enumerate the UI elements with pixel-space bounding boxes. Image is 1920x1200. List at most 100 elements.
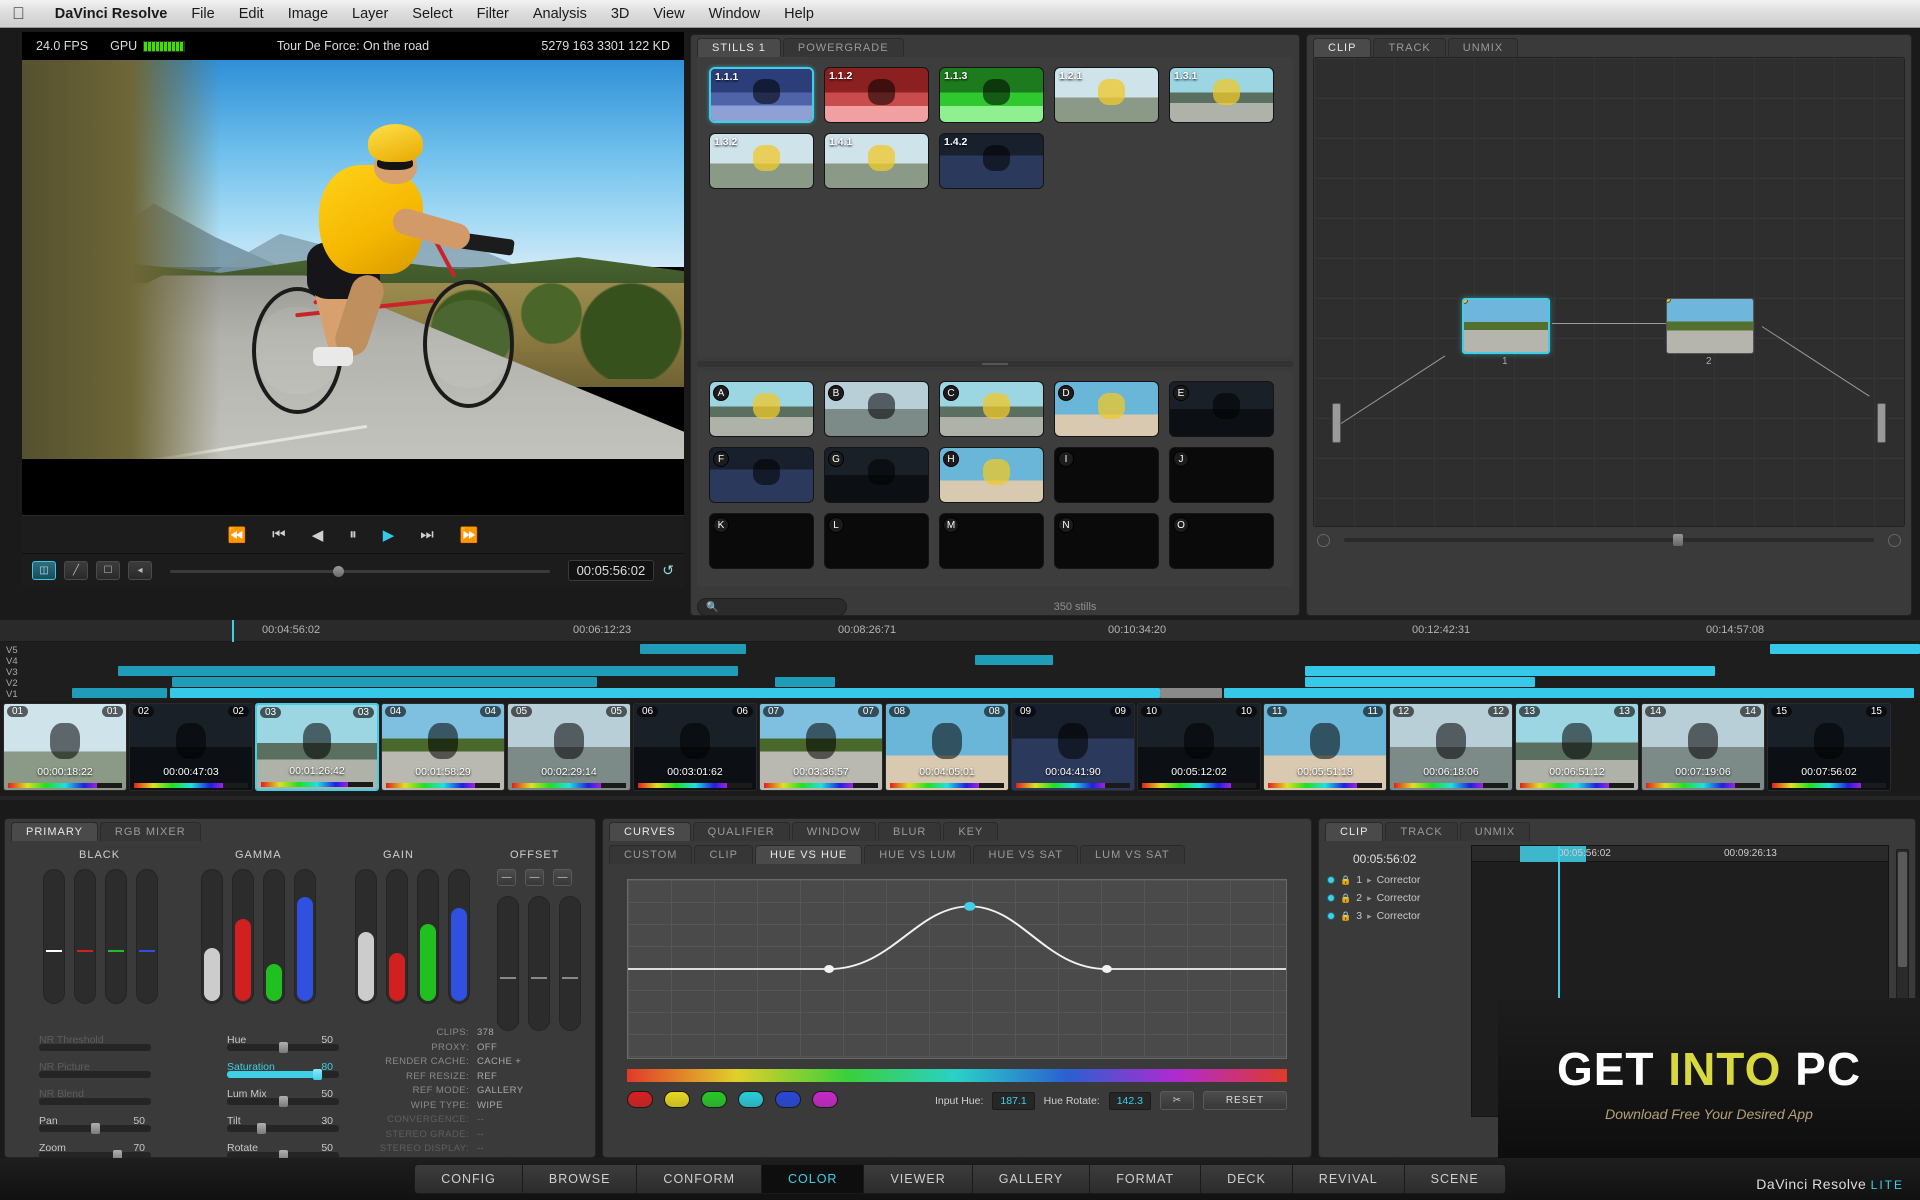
gallery-still[interactable]: H	[939, 447, 1044, 503]
color-slider-blue[interactable]: 0.50	[448, 869, 470, 1004]
timeline-bar-v1-a[interactable]	[72, 688, 167, 698]
tab-clip-panel[interactable]: CLIP	[1325, 822, 1384, 841]
gallery-still[interactable]: M	[939, 513, 1044, 569]
timeline-clip[interactable]: 14 14 00:07:19:06	[1641, 703, 1765, 791]
step-back-icon[interactable]: ◀	[312, 526, 324, 544]
color-slider-blue[interactable]: 1.00	[294, 869, 316, 1004]
tab-node-unmix[interactable]: UNMIX	[1447, 38, 1519, 57]
chevron-right-icon[interactable]: ▸	[1367, 893, 1372, 904]
param-knob[interactable]	[279, 1042, 288, 1053]
gallery-still[interactable]: E	[1169, 381, 1274, 437]
play-icon[interactable]: ▶	[383, 526, 395, 544]
gallery-still[interactable]: 1.1.1	[709, 67, 814, 123]
color-slider-red[interactable]: 25.00	[497, 896, 519, 1031]
cursor-icon[interactable]: ╱	[64, 561, 88, 580]
loop-icon[interactable]: ↺	[662, 562, 674, 579]
color-slider-master[interactable]: 1.00	[355, 869, 377, 1004]
tab-blur[interactable]: BLUR	[878, 822, 942, 841]
node-graph[interactable]: 1 2	[1313, 57, 1905, 527]
param-row-nr-threshold[interactable]: NR Threshold	[39, 1027, 189, 1053]
hue-curve-graph[interactable]	[627, 879, 1287, 1059]
chevron-right-icon[interactable]: ▸	[1367, 911, 1372, 922]
hue-swatch-0[interactable]	[627, 1091, 653, 1108]
timeline-bar-v2-c[interactable]	[1305, 677, 1535, 687]
apple-icon[interactable]: 	[12, 5, 25, 22]
param-row-nr-blend[interactable]: NR Blend	[39, 1081, 189, 1107]
tab-curves[interactable]: CURVES	[609, 822, 691, 841]
tab-clip-curve[interactable]: CLIP	[694, 845, 753, 864]
gallery-still[interactable]: C	[939, 381, 1044, 437]
color-slider-master[interactable]: 0.50	[201, 869, 223, 1004]
tab-node-clip[interactable]: CLIP	[1313, 38, 1372, 57]
search-input[interactable]	[723, 601, 838, 613]
tab-unmix-panel[interactable]: UNMIX	[1459, 822, 1531, 841]
param-row-tilt[interactable]: Tilt 30	[227, 1108, 377, 1134]
hue-swatch-5[interactable]	[812, 1091, 838, 1108]
tab-key[interactable]: KEY	[943, 822, 999, 841]
color-slider-blue[interactable]: 25.00	[559, 896, 581, 1031]
hue-swatch-4[interactable]	[775, 1091, 801, 1108]
hue-swatch-1[interactable]	[664, 1091, 690, 1108]
param-knob[interactable]	[91, 1123, 100, 1134]
tab-track-panel[interactable]: TRACK	[1385, 822, 1458, 841]
timeline-clip[interactable]: 12 12 00:06:18:06	[1389, 703, 1513, 791]
timeline-clip[interactable]: 11 11 00:05:51:18	[1263, 703, 1387, 791]
menu-item-analysis[interactable]: Analysis	[521, 4, 599, 24]
corrector-row[interactable]: 🔒 1 ▸ Corrector	[1323, 871, 1465, 889]
timeline-bar-v1-d[interactable]	[1224, 688, 1914, 698]
color-slider-green[interactable]: 0.00	[105, 869, 127, 1004]
nav-button-color[interactable]: COLOR	[762, 1164, 865, 1194]
timeline-bar-v3-b[interactable]	[1305, 666, 1715, 676]
corrector-row[interactable]: 🔒 2 ▸ Corrector	[1323, 889, 1465, 907]
menu-item-help[interactable]: Help	[772, 4, 826, 24]
node-output-bar[interactable]	[1877, 403, 1886, 443]
timeline-clip[interactable]: 07 07 00:03:36:57	[759, 703, 883, 791]
color-slider-red[interactable]: 0.00	[74, 869, 96, 1004]
timeline-clip[interactable]: 08 08 00:04:05:01	[885, 703, 1009, 791]
param-track[interactable]	[39, 1071, 151, 1078]
menu-item-davinci-resolve[interactable]: DaVinci Resolve	[43, 4, 180, 24]
nav-button-viewer[interactable]: VIEWER	[864, 1164, 973, 1194]
color-slider-master[interactable]: 0.00	[43, 869, 65, 1004]
color-slider-green[interactable]: 25.00	[528, 896, 550, 1031]
timeline-ruler[interactable]: 00:04:56:02 00:06:12:23 00:08:26:71 00:1…	[0, 620, 1920, 642]
input-hue-value[interactable]: 187.1	[992, 1091, 1035, 1110]
timeline-clip[interactable]: 04 04 00:01:58:29	[381, 703, 505, 791]
timeline-clip[interactable]: 15 15 00:07:56:02	[1767, 703, 1891, 791]
step-forward-icon[interactable]: ⏭	[420, 526, 434, 543]
eyedropper-icon[interactable]: ✂	[1160, 1091, 1194, 1110]
timeline-bar-v4-a[interactable]	[975, 655, 1053, 665]
timeline-bar-v1-c[interactable]	[1160, 688, 1222, 698]
timeline-clip[interactable]: 01 01 00:00:18:22	[3, 703, 127, 791]
menu-item-image[interactable]: Image	[276, 4, 340, 24]
gallery-still[interactable]: A	[709, 381, 814, 437]
menu-item-3d[interactable]: 3D	[599, 4, 642, 24]
scrubber-knob[interactable]	[333, 565, 345, 577]
param-knob[interactable]	[312, 1069, 322, 1080]
gallery-still[interactable]: D	[1054, 381, 1159, 437]
enable-toggle-icon[interactable]	[1327, 894, 1335, 902]
zoom-out-icon[interactable]	[1317, 533, 1330, 547]
offset-reset-green-button[interactable]: —	[525, 869, 544, 886]
tab-qualifier[interactable]: QUALIFIER	[692, 822, 790, 841]
param-track[interactable]	[39, 1044, 151, 1051]
timeline-bar-v3-a[interactable]	[118, 666, 738, 676]
color-slider-blue[interactable]: 0.00	[136, 869, 158, 1004]
lock-icon[interactable]: 🔒	[1340, 875, 1351, 886]
timeline-bar-v2-a[interactable]	[172, 677, 597, 687]
node-input-bar[interactable]	[1332, 403, 1341, 443]
gallery-still[interactable]: 1.2.1	[1054, 67, 1159, 123]
offset-reset-red-button[interactable]: —	[497, 869, 516, 886]
nav-button-config[interactable]: CONFIG	[414, 1164, 523, 1194]
gallery-still[interactable]: B	[824, 381, 929, 437]
zoom-in-icon[interactable]	[1888, 533, 1901, 547]
gallery-still[interactable]: 1.1.3	[939, 67, 1044, 123]
gallery-still[interactable]: 1.3.2	[709, 133, 814, 189]
param-row-lum-mix[interactable]: Lum Mix 50	[227, 1081, 377, 1107]
timeline-bar-v5-b[interactable]	[1770, 644, 1920, 654]
color-slider-green[interactable]: 0.75	[417, 869, 439, 1004]
rewind-icon[interactable]: ⏪	[227, 526, 246, 544]
param-knob[interactable]	[279, 1096, 288, 1107]
param-knob[interactable]	[256, 1123, 266, 1134]
color-slider-red[interactable]: -1.00	[232, 869, 254, 1004]
